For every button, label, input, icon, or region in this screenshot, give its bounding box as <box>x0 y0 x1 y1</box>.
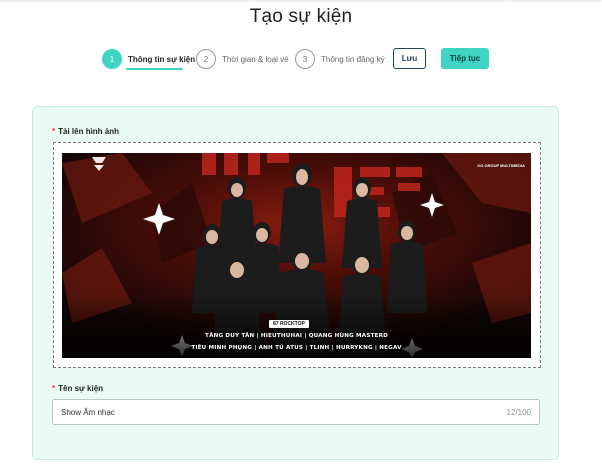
event-name-label-text: Tên sự kiện <box>58 384 104 393</box>
event-name-input[interactable]: Show Âm nhạc 12/100 <box>52 399 540 425</box>
continue-button[interactable]: Tiếp tục <box>441 48 489 69</box>
event-name-label: * Tên sự kiện <box>52 384 103 393</box>
active-step-underline <box>126 68 183 70</box>
char-counter: 12/100 <box>506 407 531 417</box>
image-upload-label-text: Tải lên hình ảnh <box>58 127 120 136</box>
poster-artist-line: TĂNG DUY TÂN | HIEUTHUHAI | QUANG HÙNG M… <box>205 333 388 339</box>
top-bar-shadow <box>0 0 602 3</box>
page-title: Tạo sự kiện <box>249 6 353 27</box>
step-label: Thời gian & loại vé <box>222 54 289 64</box>
step-number-badge: 1 <box>102 49 122 69</box>
poster-artist-line: TIÊU MINH PHỤNG | ANH TÚ ATUS | TLINH | … <box>191 345 402 351</box>
poster-badge: 87 ROCKTOP <box>269 320 309 328</box>
image-upload-label: * Tải lên hình ảnh <box>52 127 119 136</box>
event-poster-image[interactable]: KG GROUP MULTIMEDIA 87 ROCKTOP TĂNG DUY … <box>62 153 531 358</box>
step-number-badge: 3 <box>295 49 315 69</box>
step-label: Thông tin sự kiện <box>128 54 196 64</box>
save-button[interactable]: Lưu <box>393 48 426 69</box>
event-name-value: Show Âm nhạc <box>61 407 115 417</box>
step-label: Thông tin đăng ký <box>321 54 385 64</box>
step-event-info[interactable]: 1 Thông tin sự kiện <box>102 48 195 70</box>
step-time-tickets[interactable]: 2 Thời gian & loại vé <box>196 48 289 70</box>
step-registration-info[interactable]: 3 Thông tin đăng ký <box>295 48 385 70</box>
poster-corner-logo: KG GROUP MULTIMEDIA <box>477 163 525 168</box>
step-number-badge: 2 <box>196 49 216 69</box>
required-mark: * <box>52 384 56 393</box>
required-mark: * <box>52 127 56 136</box>
